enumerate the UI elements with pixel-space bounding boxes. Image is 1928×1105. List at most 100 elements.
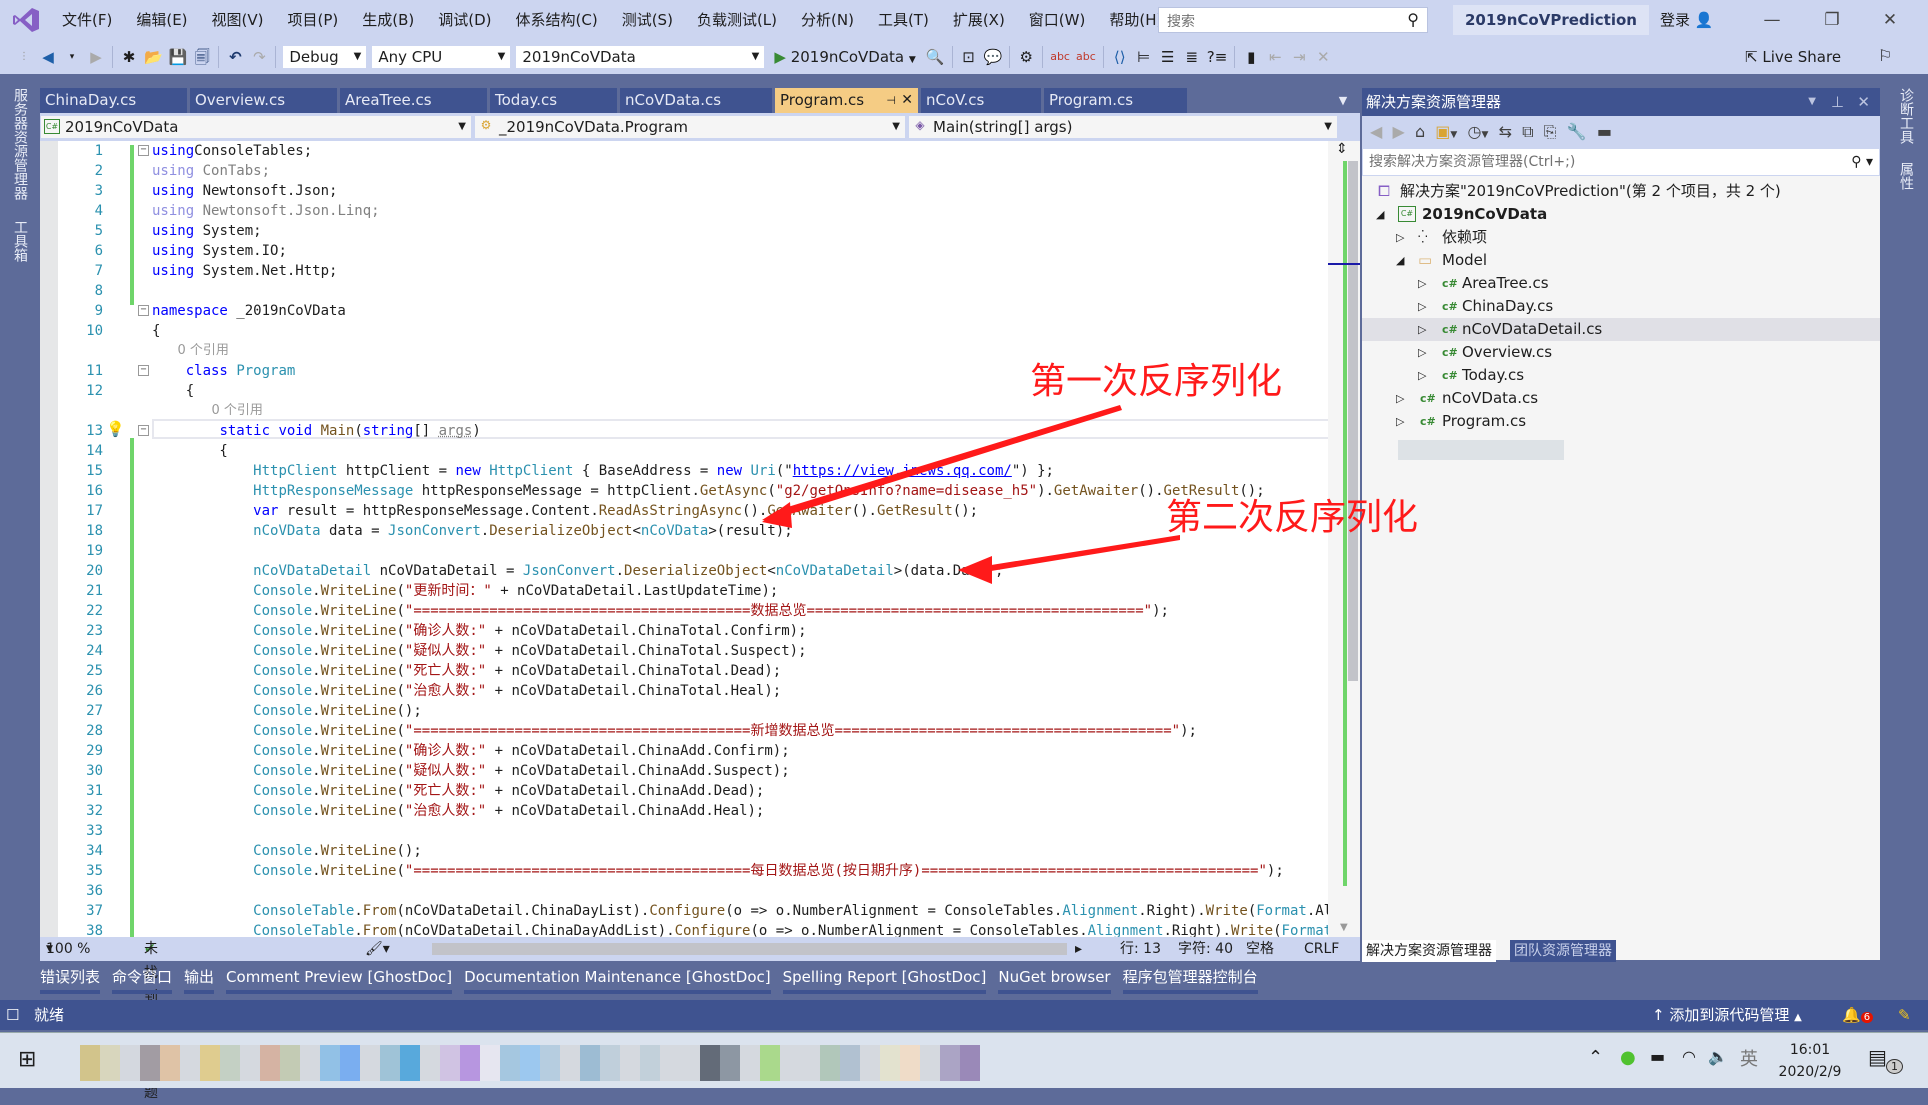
diagnostics-icon[interactable]: ⚙ — [1017, 46, 1035, 68]
next-bookmark-icon[interactable]: ⇥ — [1290, 46, 1308, 68]
tab-package-manager-console[interactable]: 程序包管理器控制台 — [1122, 964, 1258, 994]
properties-tab[interactable]: 属性 — [1896, 162, 1916, 190]
wifi-icon[interactable]: ◠ — [1682, 1047, 1696, 1066]
code-editor[interactable]: 1− usingConsoleTables; 2 using ConTabs; 3 usi… — [40, 141, 1360, 937]
sync-icon[interactable]: ⇆ — [1499, 122, 1512, 141]
menu-tools[interactable]: 工具(T) — [866, 0, 941, 40]
expanded-triangle-icon[interactable]: ◢ — [1376, 203, 1384, 226]
windows-start-icon[interactable]: ⊞ — [18, 1047, 36, 1072]
restore-button[interactable]: ❐ — [1812, 0, 1852, 40]
tab-error-list[interactable]: 错误列表 — [40, 964, 101, 994]
navigate-back-icon[interactable]: ◀ — [39, 46, 57, 68]
spell-check-icon[interactable]: abc — [1050, 46, 1070, 68]
feedback-icon[interactable]: ⚐ — [1878, 46, 1892, 65]
close-tab-icon[interactable]: ✕ — [901, 88, 913, 113]
start-debugging-button[interactable]: ▶ 2019nCoVData ▼ — [770, 46, 919, 68]
menu-architecture[interactable]: 体系结构(C) — [504, 0, 610, 40]
pin-icon[interactable]: ⊣ — [886, 88, 896, 113]
tab-program-active[interactable]: Program.cs ⊣ ✕ — [775, 88, 918, 113]
collapse-outline-icon[interactable]: − — [138, 425, 149, 436]
tree-file-selected[interactable]: ▷ c# nCoVDataDetail.cs — [1362, 318, 1880, 341]
menu-edit[interactable]: 编辑(E) — [124, 0, 199, 40]
menu-debug[interactable]: 调试(D) — [426, 0, 503, 40]
scroll-right-icon[interactable]: ▸ — [1075, 937, 1082, 961]
feedback-icon[interactable]: ✎ — [1898, 1000, 1911, 1030]
tab-ncov[interactable]: nCoV.cs — [921, 88, 1041, 113]
project-dropdown[interactable]: C# 2019nCoVData ▼ — [40, 115, 472, 139]
menu-load-test[interactable]: 负载测试(L) — [685, 0, 789, 40]
menu-window[interactable]: 窗口(W) — [1017, 0, 1098, 40]
navigate-forward-icon[interactable]: ▶ — [87, 46, 105, 68]
undo-icon[interactable]: ↶ — [226, 46, 244, 68]
tab-solution-explorer[interactable]: 解决方案资源管理器 — [1362, 940, 1496, 962]
menu-view[interactable]: 视图(V) — [200, 0, 276, 40]
tree-solution[interactable]: ⧠ 解决方案"2019nCoVPrediction"(第 2 个项目，共 2 个… — [1362, 180, 1880, 203]
collapsed-triangle-icon[interactable]: ▷ — [1396, 410, 1404, 433]
menu-build[interactable]: 生成(B) — [350, 0, 426, 40]
tab-overflow-dropdown-icon[interactable]: ▼ — [1332, 88, 1354, 113]
code-snippet-icon[interactable]: ⟨⟩ — [1111, 46, 1129, 68]
collapse-outline-icon[interactable]: − — [138, 305, 149, 316]
volume-icon[interactable]: 🔈 — [1708, 1047, 1728, 1066]
startup-project-select[interactable]: 2019nCoVData ▼ — [515, 45, 766, 69]
tab-nuget-browser[interactable]: NuGet browser — [998, 964, 1111, 994]
menu-file[interactable]: 文件(F) — [50, 0, 124, 40]
type-dropdown[interactable]: ⚙ _2019nCoVData.Program ▼ — [474, 115, 906, 139]
minimize-button[interactable]: — — [1752, 0, 1792, 40]
split-icon[interactable]: ⇕ — [1336, 141, 1348, 157]
menu-analyze[interactable]: 分析(N) — [789, 0, 866, 40]
redo-icon[interactable]: ↷ — [250, 46, 268, 68]
new-project-icon[interactable]: ✱ — [120, 46, 138, 68]
home-icon[interactable]: ⌂ — [1415, 122, 1425, 141]
code-token[interactable]: https://view.inews.qq.com/ — [793, 463, 1012, 479]
ime-indicator[interactable]: 英 — [1740, 1045, 1758, 1071]
comment-lines-icon[interactable]: ≣ — [1183, 46, 1201, 68]
find-in-files-icon[interactable]: 🔍 — [926, 46, 945, 68]
tab-chinaday[interactable]: ChinaDay.cs — [40, 88, 187, 113]
properties-icon[interactable]: 🔧 — [1567, 122, 1587, 141]
save-icon[interactable]: 💾 — [169, 46, 188, 68]
line-ending[interactable]: CRLF — [1304, 937, 1339, 961]
close-panel-icon[interactable]: ✕ — [1857, 88, 1870, 116]
browser-link-icon[interactable]: ⊡ — [960, 46, 978, 68]
toolbar-grip[interactable]: ⋮ — [15, 46, 33, 68]
lightbulb-icon[interactable]: 💡 — [106, 420, 125, 438]
chevron-down-icon[interactable]: ▼ — [1481, 130, 1488, 140]
show-all-files-icon[interactable]: ⎘ — [1544, 122, 1557, 141]
tree-file[interactable]: ▷ c# Program.cs — [1362, 410, 1880, 433]
horizontal-scrollbar[interactable] — [432, 943, 1067, 955]
global-search-input[interactable]: 搜索 ⚲ — [1158, 7, 1428, 33]
comment-icon[interactable]: 💬 — [984, 46, 1003, 68]
member-dropdown[interactable]: ◈ Main(string[] args) ▼ — [908, 115, 1338, 139]
open-file-icon[interactable]: 📂 — [144, 46, 163, 68]
expanded-triangle-icon[interactable]: ◢ — [1396, 249, 1404, 272]
collapsed-triangle-icon[interactable]: ▷ — [1418, 341, 1426, 364]
login-button[interactable]: 登录 👤 — [1660, 0, 1713, 40]
tab-team-explorer[interactable]: 团队资源管理器 — [1510, 940, 1616, 962]
collapsed-triangle-icon[interactable]: ▷ — [1396, 387, 1404, 410]
chevron-down-icon[interactable]: ▼ — [1450, 130, 1457, 140]
close-button[interactable]: ✕ — [1870, 0, 1910, 40]
scrollbar-thumb[interactable] — [1348, 161, 1358, 681]
switch-views-icon[interactable]: ▣ — [1435, 122, 1450, 141]
pin-icon[interactable]: ⊥ — [1831, 88, 1844, 116]
tree-file[interactable]: ▷ c# ChinaDay.cs — [1362, 295, 1880, 318]
server-explorer-tab[interactable]: 服务器资源管理器 — [10, 88, 30, 200]
solution-platform-select[interactable]: Any CPU ▼ — [371, 45, 512, 69]
solution-configuration-select[interactable]: Debug ▼ — [282, 45, 368, 69]
tree-dependencies[interactable]: ▷ ⁛ 依赖项 — [1362, 226, 1880, 249]
code-cleanup-icon[interactable]: 🖌▾ — [365, 937, 390, 961]
tab-comment-preview[interactable]: Comment Preview [GhostDoc] — [226, 964, 453, 994]
save-all-icon[interactable]: 🗐 — [193, 46, 211, 68]
tab-command-window[interactable]: 命令窗口 — [112, 964, 173, 994]
collapsed-triangle-icon[interactable]: ▷ — [1418, 364, 1426, 387]
diagnostic-tools-tab[interactable]: 诊断工具 — [1896, 88, 1916, 144]
scroll-down-icon[interactable]: ▼ — [1340, 922, 1348, 933]
tab-documentation-maintenance[interactable]: Documentation Maintenance [GhostDoc] — [464, 964, 771, 994]
clock[interactable]: 16:01 2020/2/9 — [1770, 1039, 1850, 1083]
tree-file[interactable]: ▷ c# Today.cs — [1362, 364, 1880, 387]
show-hidden-icons[interactable]: ⌃ — [1588, 1047, 1603, 1068]
forward-icon[interactable]: ▶ — [1392, 122, 1404, 141]
tree-file[interactable]: ▷ c# nCoVData.cs — [1362, 387, 1880, 410]
notifications-button[interactable]: 🔔 6 — [1842, 1000, 1874, 1033]
